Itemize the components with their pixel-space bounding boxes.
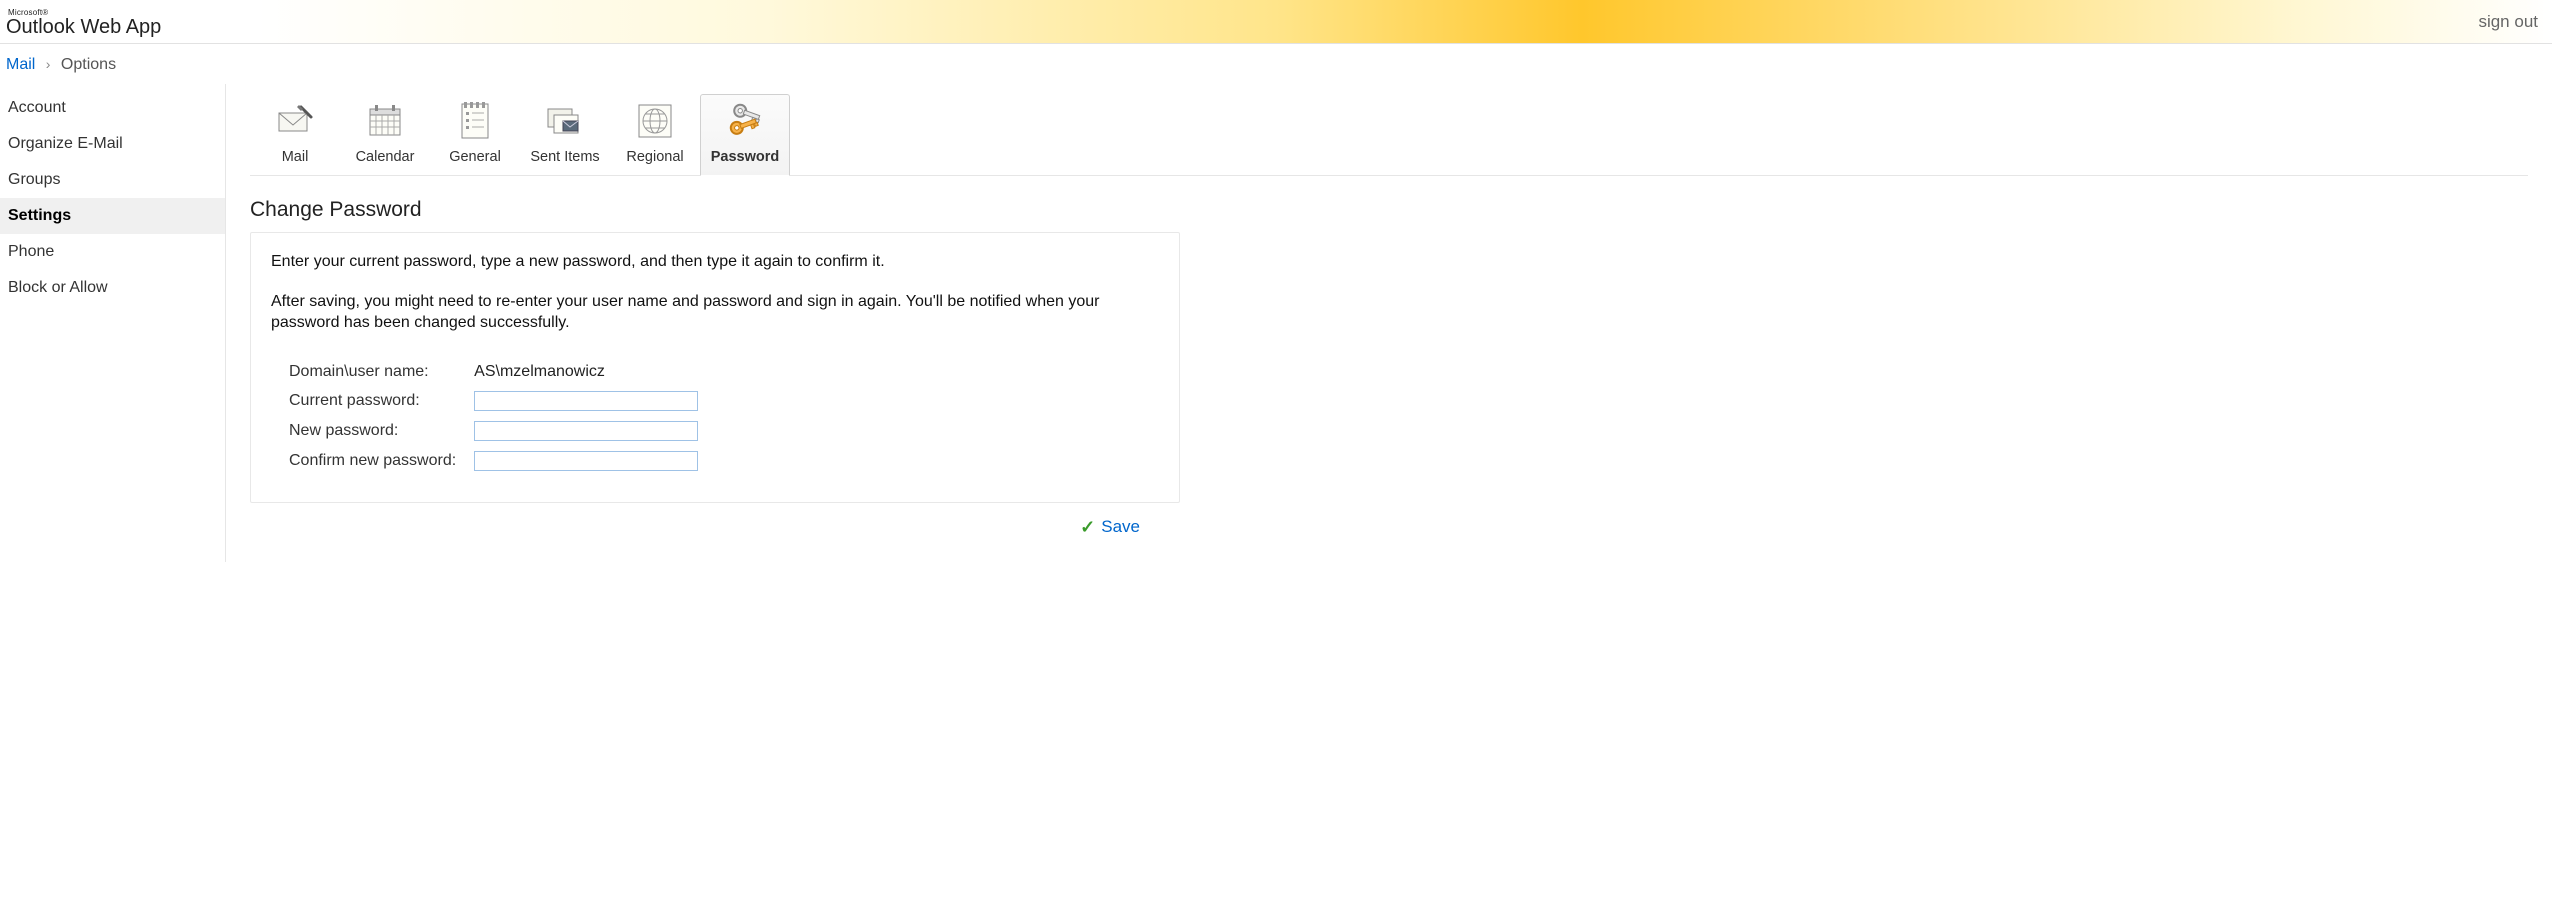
app-title: Outlook Web App bbox=[6, 17, 161, 37]
general-icon bbox=[455, 101, 495, 141]
sidebar-item-organize-email[interactable]: Organize E-Mail bbox=[0, 126, 225, 162]
calendar-icon bbox=[365, 101, 405, 141]
new-password-input[interactable] bbox=[474, 421, 698, 441]
password-fields: Domain\user name: AS\mzelmanowicz Curren… bbox=[285, 358, 702, 476]
regional-icon bbox=[635, 101, 675, 141]
intro-text-1: Enter your current password, type a new … bbox=[271, 251, 1159, 273]
sidebar-item-account[interactable]: Account bbox=[0, 90, 225, 126]
password-keys-icon bbox=[725, 101, 765, 141]
checkmark-icon: ✓ bbox=[1080, 517, 1095, 538]
mail-icon bbox=[275, 101, 315, 141]
save-row: ✓ Save bbox=[250, 503, 1180, 538]
tab-label: Regional bbox=[626, 149, 683, 165]
sign-out-link[interactable]: sign out bbox=[2478, 12, 2538, 32]
section-title: Change Password bbox=[250, 198, 2528, 222]
content-area: Mail Calendar bbox=[226, 84, 2552, 562]
sidebar-item-settings[interactable]: Settings bbox=[0, 198, 225, 234]
tab-label: Sent Items bbox=[530, 149, 599, 165]
sidebar-item-block-or-allow[interactable]: Block or Allow bbox=[0, 270, 225, 306]
breadcrumb: Mail › Options bbox=[0, 44, 2552, 84]
domain-user-value: AS\mzelmanowicz bbox=[470, 358, 702, 386]
tab-label: Mail bbox=[282, 149, 309, 165]
tab-regional[interactable]: Regional bbox=[610, 94, 700, 176]
tab-general[interactable]: General bbox=[430, 94, 520, 176]
options-sidebar: Account Organize E-Mail Groups Settings … bbox=[0, 84, 226, 562]
tab-mail[interactable]: Mail bbox=[250, 94, 340, 176]
breadcrumb-separator: › bbox=[46, 56, 51, 72]
tab-sent-items[interactable]: Sent Items bbox=[520, 94, 610, 176]
app-logo: Microsoft® Outlook Web App bbox=[6, 6, 161, 37]
tab-label: Password bbox=[711, 149, 780, 165]
confirm-password-input[interactable] bbox=[474, 451, 698, 471]
save-button[interactable]: Save bbox=[1101, 517, 1140, 537]
tab-calendar[interactable]: Calendar bbox=[340, 94, 430, 176]
current-password-label: Current password: bbox=[285, 386, 470, 416]
tab-password[interactable]: Password bbox=[700, 94, 790, 176]
breadcrumb-mail-link[interactable]: Mail bbox=[6, 56, 35, 73]
change-password-panel: Enter your current password, type a new … bbox=[250, 232, 1180, 503]
breadcrumb-current: Options bbox=[61, 56, 116, 73]
tab-label: General bbox=[449, 149, 501, 165]
settings-tabs: Mail Calendar bbox=[250, 84, 2528, 176]
app-header: Microsoft® Outlook Web App sign out bbox=[0, 0, 2552, 44]
sidebar-item-phone[interactable]: Phone bbox=[0, 234, 225, 270]
domain-user-label: Domain\user name: bbox=[285, 358, 470, 386]
sent-items-icon bbox=[545, 101, 585, 141]
current-password-input[interactable] bbox=[474, 391, 698, 411]
tab-label: Calendar bbox=[356, 149, 415, 165]
sidebar-item-groups[interactable]: Groups bbox=[0, 162, 225, 198]
new-password-label: New password: bbox=[285, 416, 470, 446]
intro-text-2: After saving, you might need to re-enter… bbox=[271, 291, 1159, 334]
confirm-password-label: Confirm new password: bbox=[285, 446, 470, 476]
